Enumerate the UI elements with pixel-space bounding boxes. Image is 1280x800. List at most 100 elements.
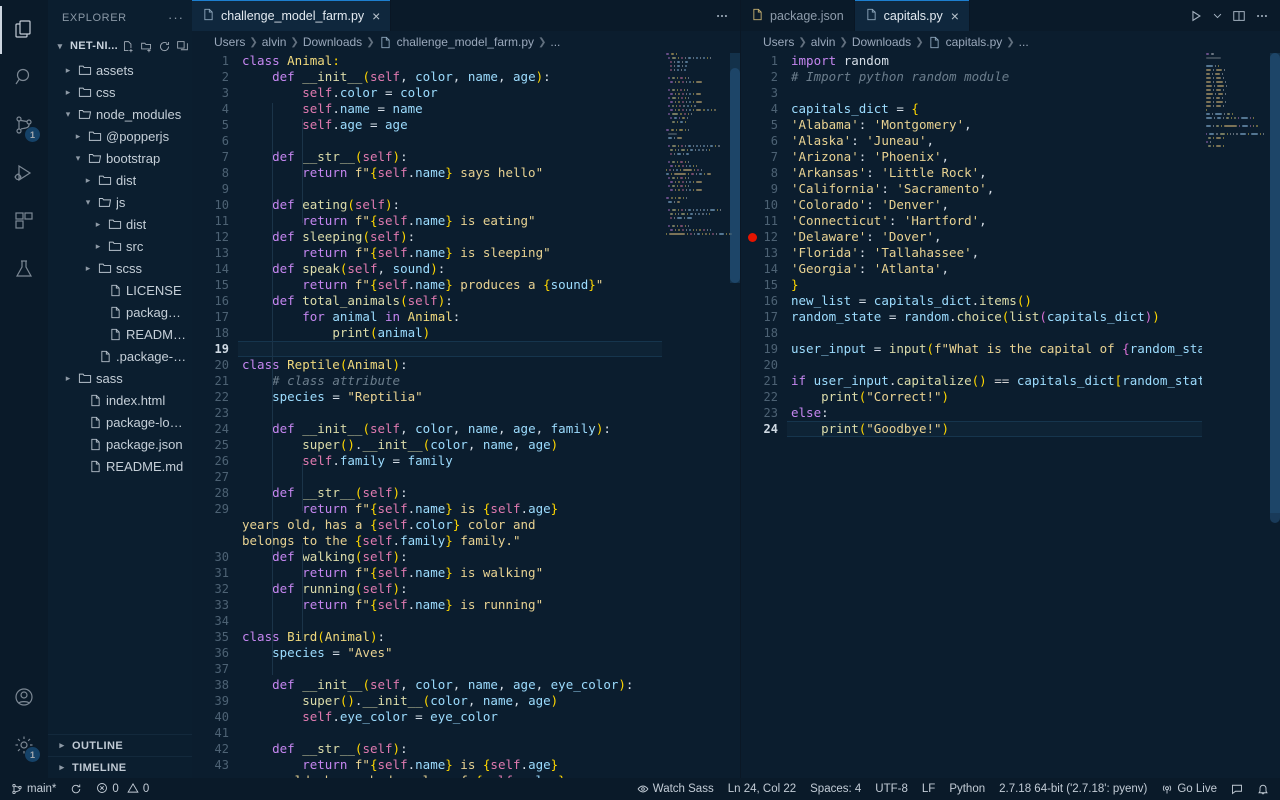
status-feedback[interactable] — [1224, 778, 1250, 800]
run-icon[interactable] — [1189, 9, 1203, 23]
status-go-live[interactable]: Go Live — [1154, 778, 1224, 800]
more-actions-icon[interactable] — [1255, 9, 1269, 23]
status-branch[interactable]: main* — [4, 778, 63, 800]
tree-item-scss[interactable]: ▸scss — [48, 257, 192, 279]
code-area-left[interactable]: 1234567891011121314151617181920212223242… — [192, 53, 662, 778]
code-line[interactable]: 'Delaware': 'Dover', — [791, 229, 1202, 245]
code-line[interactable]: species = "Aves" — [242, 645, 662, 661]
status-cursor-position[interactable]: Ln 24, Col 22 — [721, 778, 803, 800]
tab-capitals-py[interactable]: capitals.py× — [855, 0, 970, 31]
collapse-all-icon[interactable] — [176, 40, 189, 53]
minimap-right[interactable] — [1202, 53, 1280, 778]
code-line[interactable]: self.family = family — [242, 453, 662, 469]
breadcrumb-item[interactable]: ... — [550, 35, 560, 49]
code-content-left[interactable]: class Animal: def __init__(self, color, … — [238, 53, 662, 778]
code-line[interactable]: def __str__(self): — [242, 485, 662, 501]
tree-item--popperjs[interactable]: ▸@popperjs — [48, 125, 192, 147]
code-line[interactable] — [242, 725, 662, 741]
tree-item-index-html[interactable]: index.html — [48, 389, 192, 411]
code-line[interactable] — [242, 133, 662, 149]
code-line[interactable]: class Bird(Animal): — [242, 629, 662, 645]
code-line[interactable]: super().__init__(color, name, age) — [242, 437, 662, 453]
activity-item-explorer[interactable] — [0, 6, 48, 54]
code-area-right[interactable]: 123456789101112131415161718192021222324 … — [741, 53, 1202, 778]
activity-item-accounts[interactable] — [0, 674, 48, 722]
code-line[interactable]: } — [791, 277, 1202, 293]
code-line[interactable]: return f"{self.name} is {self.age} years… — [242, 757, 588, 778]
tree-item-package-lock-json[interactable]: package-lock.json — [48, 411, 192, 433]
explorer-root-row[interactable]: ▾ NET-NI... — [48, 35, 192, 57]
code-line[interactable] — [791, 85, 1202, 101]
code-line[interactable]: 'Georgia': 'Atlanta', — [791, 261, 1202, 277]
activity-item-manage[interactable]: 1 — [0, 722, 48, 770]
code-line[interactable]: random_state = random.choice(list(capita… — [791, 309, 1202, 325]
code-line[interactable]: 'Connecticut': 'Hartford', — [791, 213, 1202, 229]
status-encoding[interactable]: UTF-8 — [868, 778, 915, 800]
code-line[interactable]: def running(self): — [242, 581, 662, 597]
code-line[interactable] — [242, 613, 662, 629]
new-file-icon[interactable] — [122, 40, 135, 53]
code-line[interactable]: def __init__(self, color, name, age, fam… — [242, 421, 662, 437]
minimap-left[interactable] — [662, 53, 740, 778]
code-line[interactable]: import random — [791, 53, 1202, 69]
code-line[interactable]: class Animal: — [242, 53, 662, 69]
tree-item-package-json[interactable]: package.json — [48, 301, 192, 323]
code-line[interactable]: def sleeping(self): — [242, 229, 662, 245]
tree-item-bootstrap[interactable]: ▾bootstrap — [48, 147, 192, 169]
code-line[interactable]: return f"{self.name} says hello" — [242, 165, 662, 181]
code-line[interactable]: return f"{self.name} is walking" — [242, 565, 662, 581]
breadcrumb-item[interactable]: Users — [214, 35, 245, 49]
breadcrumb-item[interactable]: alvin — [811, 35, 836, 49]
editor-right[interactable]: 123456789101112131415161718192021222324 … — [741, 53, 1280, 778]
breadcrumb-item[interactable]: Downloads — [852, 35, 911, 49]
code-line[interactable]: # class attribute — [242, 373, 662, 389]
editor-scrollbar-left[interactable] — [730, 68, 740, 283]
tree-item-readme-md[interactable]: README.md — [48, 455, 192, 477]
status-notifications[interactable] — [1250, 778, 1276, 800]
code-line[interactable] — [242, 341, 662, 357]
code-line[interactable]: self.color = color — [242, 85, 662, 101]
code-line[interactable]: return f"{self.name} is eating" — [242, 213, 662, 229]
more-actions-icon[interactable] — [715, 9, 729, 23]
code-line[interactable]: 'Florida': 'Tallahassee', — [791, 245, 1202, 261]
code-line[interactable]: def total_animals(self): — [242, 293, 662, 309]
code-line[interactable]: class Reptile(Animal): — [242, 357, 662, 373]
tree-item-assets[interactable]: ▸assets — [48, 59, 192, 81]
code-line[interactable]: self.name = name — [242, 101, 662, 117]
code-line[interactable] — [791, 357, 1202, 373]
code-line[interactable]: 'California': 'Sacramento', — [791, 181, 1202, 197]
code-line[interactable]: print(animal) — [242, 325, 662, 341]
tree-item-js[interactable]: ▾js — [48, 191, 192, 213]
tab-close-icon[interactable]: × — [372, 9, 380, 23]
code-line[interactable]: self.eye_color = eye_color — [242, 709, 662, 725]
code-line[interactable] — [242, 181, 662, 197]
code-line[interactable]: capitals_dict = { — [791, 101, 1202, 117]
split-editor-icon[interactable] — [1232, 9, 1246, 23]
chevron-down-icon[interactable] — [1212, 10, 1223, 21]
activity-item-testing[interactable] — [0, 246, 48, 294]
editor-scrollbar-right[interactable] — [1270, 53, 1280, 523]
activity-item-source-control[interactable]: 1 — [0, 102, 48, 150]
activity-item-search[interactable] — [0, 54, 48, 102]
code-line[interactable]: def __init__(self, color, name, age): — [242, 69, 662, 85]
breadcrumb-left[interactable]: Users❯alvin❯Downloads❯challenge_model_fa… — [192, 31, 740, 53]
tree-item-sass[interactable]: ▸sass — [48, 367, 192, 389]
tree-item-readme-md[interactable]: README.md — [48, 323, 192, 345]
code-line[interactable]: new_list = capitals_dict.items() — [791, 293, 1202, 309]
code-line[interactable]: return f"{self.name} is {self.age} years… — [242, 501, 588, 549]
code-line[interactable]: print("Goodbye!") — [791, 421, 1202, 437]
status-indentation[interactable]: Spaces: 4 — [803, 778, 868, 800]
breadcrumb-item[interactable]: Users — [763, 35, 794, 49]
tree-item-dist[interactable]: ▸dist — [48, 213, 192, 235]
code-line[interactable]: user_input = input(f"What is the capital… — [791, 341, 1202, 357]
new-folder-icon[interactable] — [140, 40, 153, 53]
code-line[interactable]: return f"{self.name} is sleeping" — [242, 245, 662, 261]
tab-package-json[interactable]: package.json — [741, 0, 855, 31]
activity-item-run-and-debug[interactable] — [0, 150, 48, 198]
code-line[interactable]: return f"{self.name} produces a {sound}" — [242, 277, 662, 293]
tab-challenge-model-farm-py[interactable]: challenge_model_farm.py× — [192, 0, 391, 31]
code-line[interactable]: for animal in Animal: — [242, 309, 662, 325]
breakpoint-icon[interactable] — [748, 233, 757, 242]
code-line[interactable] — [791, 325, 1202, 341]
sidebar-section-timeline[interactable]: ▸ TIMELINE — [48, 756, 192, 778]
